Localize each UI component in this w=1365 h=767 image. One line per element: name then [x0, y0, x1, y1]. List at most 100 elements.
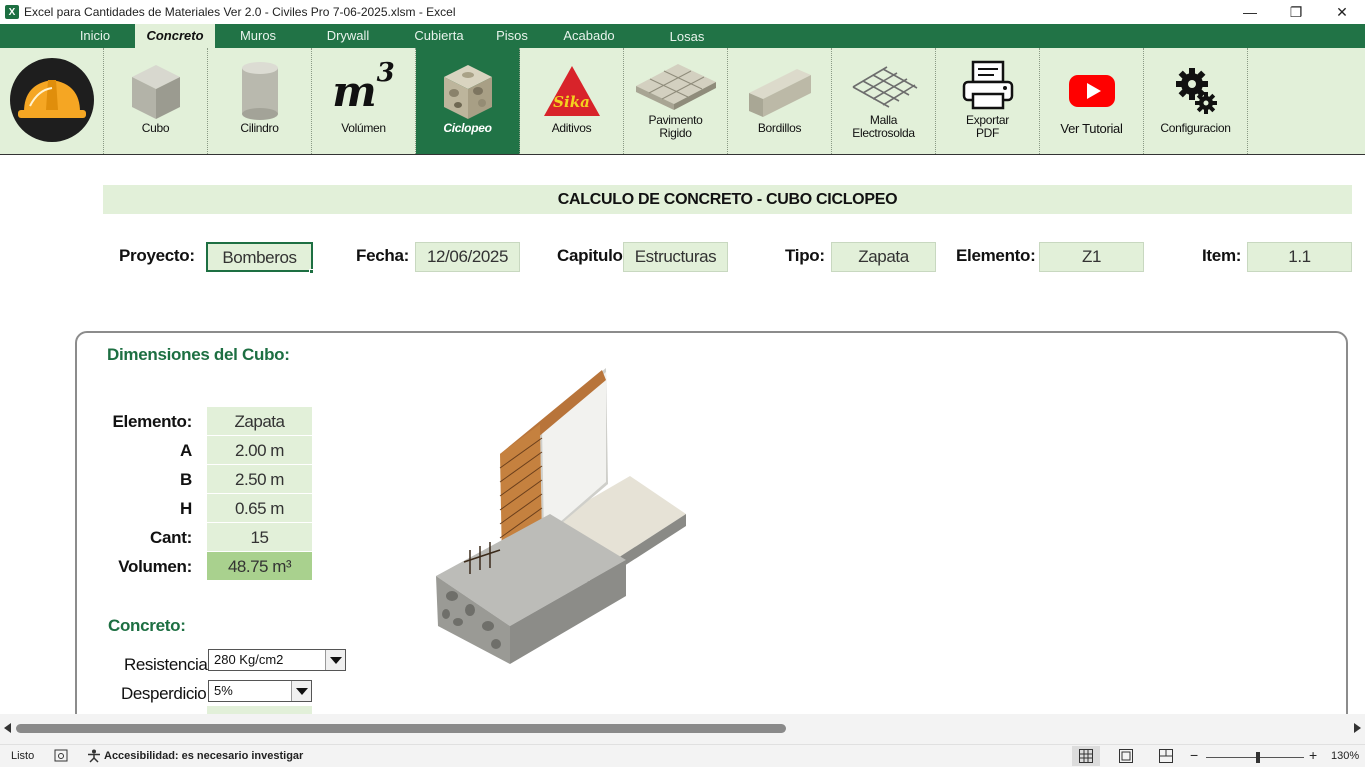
ribbon-label-exportar-pdf: Exportar PDF	[966, 113, 1009, 140]
fecha-label: Fecha:	[356, 246, 409, 265]
ribbon-label-volumen: Volúmen	[341, 121, 386, 135]
accessibility-status[interactable]: Accesibilidad: es necesario investigar	[104, 750, 303, 762]
scroll-right-icon[interactable]	[1354, 723, 1361, 733]
proyecto-cell[interactable]: Bomberos	[206, 242, 313, 272]
zoom-in-button[interactable]: +	[1309, 747, 1317, 763]
ribbon-label-pavimento: Pavimento Rigido	[648, 113, 703, 140]
excel-app-icon: X	[5, 5, 19, 19]
horizontal-scrollbar[interactable]	[0, 714, 1365, 744]
volume-m3-icon: m3	[332, 58, 395, 116]
tab-muros[interactable]: Muros	[226, 24, 290, 48]
pavement-icon	[634, 56, 718, 114]
tab-cubierta[interactable]: Cubierta	[404, 24, 474, 48]
dim-value-elemento[interactable]: Zapata	[207, 407, 312, 436]
capitulo-cell[interactable]: Estructuras	[623, 242, 728, 272]
partial-cell[interactable]	[207, 706, 312, 714]
item-cell[interactable]: 1.1	[1247, 242, 1352, 272]
tipo-cell[interactable]: Zapata	[831, 242, 936, 272]
grid-view-icon	[1079, 749, 1093, 763]
mesh-icon	[849, 58, 919, 114]
ribbon-label-ver-tutorial: Ver Tutorial	[1060, 121, 1123, 136]
civiles-pro-logo	[0, 48, 104, 154]
scroll-thumb[interactable]	[16, 724, 786, 733]
gears-icon	[1174, 60, 1218, 122]
desperdicio-dropdown[interactable]: 5%	[208, 680, 312, 702]
macro-record-icon[interactable]	[54, 749, 68, 765]
dim-label-b: B	[180, 470, 192, 489]
chevron-down-icon	[329, 656, 342, 664]
dim-label-elemento: Elemento:	[112, 412, 193, 431]
zoom-level[interactable]: 130%	[1331, 750, 1359, 762]
page-break-view-icon[interactable]	[1159, 749, 1173, 766]
youtube-icon	[1068, 60, 1116, 122]
accessibility-icon[interactable]	[87, 749, 101, 766]
elemento-label: Elemento:	[956, 246, 1036, 265]
normal-view-button[interactable]	[1072, 746, 1100, 766]
zoom-out-button[interactable]: −	[1190, 747, 1198, 763]
item-label: Item:	[1202, 246, 1242, 265]
worksheet[interactable]: CALCULO DE CONCRETO - CUBO CICLOPEO Proy…	[0, 156, 1365, 751]
tab-pisos[interactable]: Pisos	[486, 24, 538, 48]
ribbon-button-pavimento[interactable]: Pavimento Rigido	[624, 48, 728, 154]
tab-concreto[interactable]: Concreto	[135, 24, 215, 48]
concreto-title: Concreto:	[108, 616, 186, 635]
desperdicio-label: Desperdicio	[121, 684, 207, 703]
ribbon-button-malla[interactable]: Malla Electrosolda	[832, 48, 936, 154]
zoom-slider-knob[interactable]	[1256, 752, 1260, 763]
close-button[interactable]: ✕	[1319, 0, 1365, 24]
tab-inicio[interactable]: Inicio	[62, 24, 128, 48]
ribbon-button-aditivos[interactable]: Sika Aditivos	[520, 48, 624, 154]
ribbon-button-cilindro[interactable]: Cilindro	[208, 48, 312, 154]
dim-value-volumen[interactable]: 48.75 m³	[207, 552, 312, 581]
ribbon-label-ciclopeo: Ciclopeo	[443, 121, 492, 135]
cyclopean-block-icon	[438, 60, 498, 122]
tab-losas[interactable]: Losas	[660, 25, 714, 49]
minimize-button[interactable]: —	[1227, 0, 1273, 24]
status-ready: Listo	[11, 750, 35, 762]
tab-acabado[interactable]: Acabado	[556, 24, 622, 48]
chevron-down-icon	[295, 687, 308, 695]
dim-label-h: H	[180, 499, 192, 518]
sheet-header: CALCULO DE CONCRETO - CUBO CICLOPEO	[103, 185, 1352, 214]
ribbon-label-cubo: Cubo	[141, 121, 170, 135]
cell-fill-handle[interactable]	[309, 269, 314, 274]
dim-label-a: A	[180, 441, 192, 460]
hardhat-logo-icon	[8, 56, 96, 149]
dim-value-b[interactable]: 2.50 m	[207, 465, 312, 494]
tipo-label: Tipo:	[785, 246, 825, 265]
ribbon-button-ciclopeo[interactable]: Ciclopeo	[416, 48, 520, 154]
window-title: Excel para Cantidades de Materiales Ver …	[24, 5, 456, 19]
ribbon-button-volumen[interactable]: m3 Volúmen	[312, 48, 416, 154]
tab-drywall[interactable]: Drywall	[314, 24, 382, 48]
curb-icon	[745, 60, 815, 122]
desperdicio-value: 5%	[214, 683, 233, 698]
ribbon-label-aditivos: Aditivos	[551, 121, 592, 135]
elemento-cell[interactable]: Z1	[1039, 242, 1144, 272]
resistencia-dropdown-button[interactable]	[325, 650, 345, 670]
resistencia-label: Resistencia	[124, 655, 208, 674]
dim-value-cant[interactable]: 15	[207, 523, 312, 552]
page-layout-view-icon[interactable]	[1119, 749, 1133, 766]
ribbon-button-configuracion[interactable]: Configuracion	[1144, 48, 1248, 154]
printer-icon	[961, 56, 1015, 114]
ribbon-button-ver-tutorial[interactable]: Ver Tutorial	[1040, 48, 1144, 154]
restore-button[interactable]: ❐	[1273, 0, 1319, 24]
ribbon-button-bordillos[interactable]: Bordillos	[728, 48, 832, 154]
footing-illustration	[430, 364, 690, 664]
dim-value-h[interactable]: 0.65 m	[207, 494, 312, 523]
zoom-slider-track[interactable]	[1206, 757, 1304, 758]
cube-icon	[126, 60, 186, 122]
resistencia-dropdown[interactable]: 280 Kg/cm2	[208, 649, 346, 671]
desperdicio-dropdown-button[interactable]	[291, 681, 311, 701]
scroll-left-icon[interactable]	[4, 723, 11, 733]
title-bar: X Excel para Cantidades de Materiales Ve…	[0, 0, 1365, 24]
ribbon-button-cubo[interactable]: Cubo	[104, 48, 208, 154]
dim-value-a[interactable]: 2.00 m	[207, 436, 312, 465]
fecha-cell[interactable]: 12/06/2025	[415, 242, 520, 272]
ribbon-label-cilindro: Cilindro	[240, 121, 279, 135]
ribbon-button-exportar-pdf[interactable]: Exportar PDF	[936, 48, 1040, 154]
resistencia-value: 280 Kg/cm2	[214, 652, 284, 667]
status-bar: Listo Accesibilidad: es necesario invest…	[0, 744, 1365, 767]
cylinder-icon	[238, 60, 282, 122]
sika-logo-icon: Sika	[542, 60, 602, 122]
